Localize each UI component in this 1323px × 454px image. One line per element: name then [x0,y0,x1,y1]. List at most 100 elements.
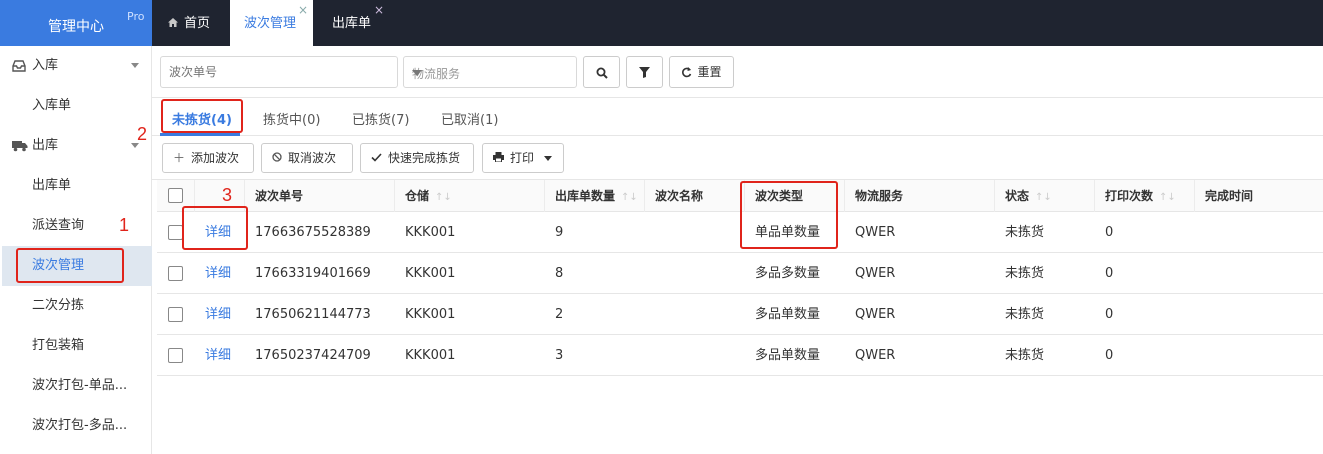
header-label: 状态 [1005,189,1030,203]
header-wave-no[interactable]: 波次单号 [245,180,395,212]
reset-label: 重置 [697,65,722,79]
annotation-box-3 [182,206,248,250]
sidebar-item-label: 入库单 [32,98,72,113]
row-checkbox[interactable] [168,348,183,363]
sidebar-item-outbound-order[interactable]: 出库单 [2,166,152,206]
sidebar-item-wave-pack-multi[interactable]: 波次打包-多品... [2,406,152,446]
tab-wave-management[interactable]: 波次管理 × [230,0,313,46]
tab-home[interactable]: 首页 [152,0,230,46]
header-label: 出库单数量 [555,189,616,203]
sidebar-group-outbound[interactable]: 出库 [0,126,152,166]
header-logistics[interactable]: 物流服务 [845,180,995,212]
logistics-select[interactable]: 物流服务 [403,56,577,88]
home-icon [168,18,178,27]
annotation-box-2 [161,99,243,133]
cell-warehouse: KKK001 [405,266,456,281]
refresh-icon [682,67,692,78]
cell-wave-type: 多品多数量 [755,266,821,281]
brand[interactable]: 管理中心 Pro [0,0,152,46]
cell-finish-time [1195,212,1205,253]
header-finish-time[interactable]: 完成时间 [1195,180,1323,212]
sidebar-item-inbound-order[interactable]: 入库单 [2,86,152,126]
tab-outbound-label: 出库单 [332,16,372,31]
quick-pick-button[interactable]: 快速完成拣货 [360,143,474,173]
cell-order-count: 8 [555,266,564,281]
tab-wave-label: 波次管理 [244,16,297,31]
row-checkbox[interactable] [168,225,183,240]
cell-wave-type: 多品单数量 [755,348,821,363]
cell-logistics: QWER [855,307,896,322]
add-wave-button[interactable]: ＋ 添加波次 [162,143,254,173]
sidebar-item-label: 波次打包-单品... [32,378,128,393]
close-icon[interactable]: × [374,0,384,34]
header-print-count[interactable]: 打印次数 ↑↓ [1095,180,1195,212]
cell-warehouse: KKK001 [405,307,456,322]
detail-link[interactable]: 详细 [195,294,231,335]
search-icon [596,67,608,79]
tab-outbound-order[interactable]: 出库单 × [318,0,392,46]
reset-button[interactable]: 重置 [669,56,734,88]
cell-wave-no: 17650621144773 [255,307,371,322]
table-row: 详细 17650237424709 KKK001 3 多品单数量 QWER 未拣… [157,335,1323,376]
tab-picking[interactable]: 拣货中(0) [263,109,320,128]
cancel-wave-label: 取消波次 [288,151,337,165]
status-tabs: 未拣货(4) 拣货中(0) 已拣货(7) 已取消(1) [152,98,1323,136]
header-label: 波次名称 [655,189,704,203]
sort-icon: ↑↓ [1159,192,1176,203]
detail-link[interactable]: 详细 [195,253,231,294]
cell-logistics: QWER [855,348,896,363]
cell-status: 未拣货 [1005,266,1045,281]
header-warehouse[interactable]: 仓储 ↑↓ [395,180,545,212]
caret-down-icon [543,156,552,161]
select-all-checkbox[interactable] [168,188,183,203]
sidebar-item-label: 派送查询 [32,218,85,233]
add-wave-label: 添加波次 [191,151,240,165]
top-bar: 管理中心 Pro 首页 波次管理 × 出库单 × [0,0,1323,46]
print-button[interactable]: 打印 [482,143,564,173]
tab-picked[interactable]: 已拣货(7) [352,109,409,128]
header-status[interactable]: 状态 ↑↓ [995,180,1095,212]
cell-order-count: 2 [555,307,564,322]
plus-icon: ＋ [173,151,186,165]
cell-print-count: 0 [1105,348,1114,363]
sidebar-item-label: 波次打包-多品... [32,418,128,433]
cancel-wave-button[interactable]: 取消波次 [261,143,353,173]
sidebar-item-wave-pack-single[interactable]: 波次打包-单品... [2,366,152,406]
sort-icon: ↑↓ [621,192,638,203]
tab-cancelled[interactable]: 已取消(1) [441,109,498,128]
filter-button[interactable] [626,56,663,88]
row-checkbox[interactable] [168,266,183,281]
table-row: 详细 17650621144773 KKK001 2 多品单数量 QWER 未拣… [157,294,1323,335]
annotation-number-1: 1 [119,215,130,235]
sidebar-group-inbound[interactable]: 入库 [0,46,152,86]
detail-link[interactable]: 详细 [195,335,231,376]
sidebar-item-label: 出库单 [32,178,72,193]
sidebar-item-delivery-query[interactable]: 派送查询 [2,206,152,246]
cell-order-count: 3 [555,348,564,363]
sidebar-item-packing[interactable]: 打包装箱 [2,326,152,366]
cell-print-count: 0 [1105,225,1114,240]
annotation-box-wave-type [740,181,838,249]
row-checkbox[interactable] [168,307,183,322]
cell-wave-no: 17663319401669 [255,266,371,281]
brand-badge: Pro [127,10,145,23]
close-icon[interactable]: × [298,0,308,34]
quick-pick-label: 快速完成拣货 [388,151,461,165]
header-order-count[interactable]: 出库单数量 ↑↓ [545,180,645,212]
sidebar-item-secondary-sorting[interactable]: 二次分拣 [2,286,152,326]
wave-number-input[interactable] [160,56,398,88]
cell-finish-time [1195,335,1205,376]
search-button[interactable] [583,56,620,88]
action-bar: ＋ 添加波次 取消波次 快速完成拣货 打印 [152,136,1323,180]
sort-icon: ↑↓ [1035,192,1052,203]
print-label: 打印 [510,151,535,165]
cell-status: 未拣货 [1005,307,1045,322]
funnel-icon [639,67,650,78]
cell-wave-name [645,294,655,335]
header-wave-name[interactable]: 波次名称 [645,180,745,212]
header-label: 打印次数 [1105,189,1154,203]
cell-order-count: 9 [555,225,564,240]
ban-icon [272,152,282,162]
cell-finish-time [1195,294,1205,335]
cell-wave-type: 多品单数量 [755,307,821,322]
